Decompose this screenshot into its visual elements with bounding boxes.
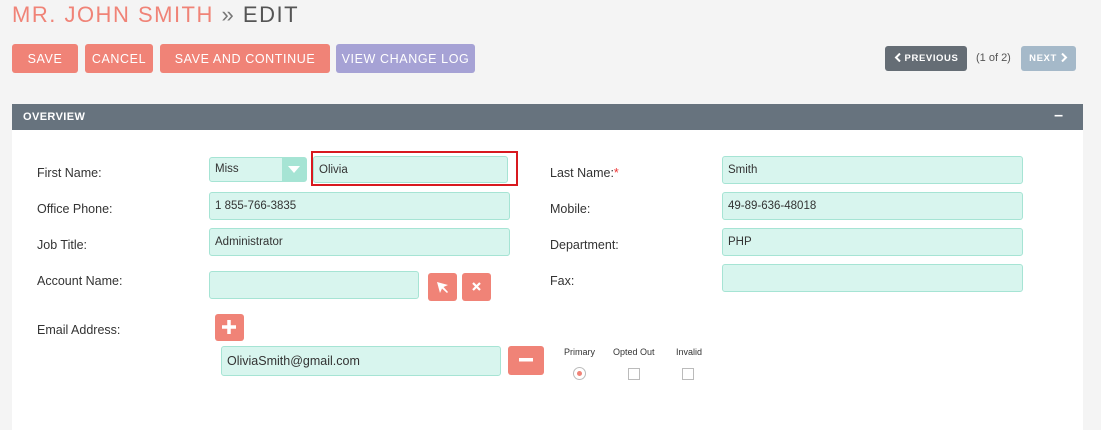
x-icon [472, 282, 481, 291]
arrow-cursor-icon [437, 282, 448, 293]
next-button[interactable]: NEXT [1021, 46, 1076, 71]
salutation-value: Miss [215, 163, 239, 175]
overview-panel-header[interactable]: OVERVIEW – [12, 104, 1083, 130]
last-name-label-text: Last Name: [550, 166, 614, 180]
record-name: MR. JOHN SMITH [12, 2, 214, 27]
primary-label: Primary [564, 347, 595, 357]
fax-input[interactable] [722, 264, 1023, 292]
title-mode: EDIT [242, 2, 300, 27]
previous-button[interactable]: PREVIOUS [885, 46, 967, 71]
cancel-button[interactable]: CANCEL [85, 44, 153, 73]
email-input[interactable] [221, 346, 501, 376]
next-label: NEXT [1029, 53, 1057, 64]
first-name-label: First Name: [37, 166, 102, 180]
invalid-label: Invalid [676, 347, 703, 357]
opted-out-label: Opted Out [613, 347, 655, 357]
title-separator: » [221, 2, 236, 27]
page-title: MR. JOHN SMITH » EDIT [12, 2, 299, 28]
required-mark: * [613, 166, 619, 180]
previous-label: PREVIOUS [904, 53, 959, 64]
save-button[interactable]: SAVE [12, 44, 78, 73]
job-title-label: Job Title: [37, 238, 88, 252]
opted-out-checkbox[interactable] [628, 368, 640, 380]
collapse-icon[interactable]: – [1054, 107, 1063, 125]
office-phone-label: Office Phone: [37, 202, 113, 216]
save-and-continue-button[interactable]: SAVE AND CONTINUE [160, 44, 330, 73]
last-name-label: Last Name:* [550, 166, 619, 180]
department-label: Department: [550, 238, 619, 252]
job-title-input[interactable] [209, 228, 510, 256]
chevron-down-icon[interactable] [282, 158, 306, 181]
fax-label: Fax: [550, 274, 575, 288]
primary-email-radio[interactable] [573, 367, 586, 380]
department-input[interactable] [722, 228, 1023, 256]
account-name-label: Account Name: [37, 274, 123, 288]
clear-account-button[interactable] [462, 273, 491, 301]
minus-icon [519, 358, 533, 362]
pagination-position: (1 of 2) [976, 52, 1011, 64]
last-name-input[interactable] [722, 156, 1023, 184]
chevron-right-icon [1061, 52, 1068, 63]
focus-highlight [311, 151, 518, 186]
office-phone-input[interactable] [209, 192, 510, 220]
account-name-input[interactable] [209, 271, 419, 299]
view-change-log-button[interactable]: VIEW CHANGE LOG [336, 44, 475, 73]
add-email-button[interactable] [215, 314, 244, 341]
mobile-label: Mobile: [550, 202, 591, 216]
remove-email-button[interactable] [508, 346, 544, 375]
invalid-checkbox[interactable] [682, 368, 694, 380]
plus-icon [222, 320, 236, 334]
mobile-input[interactable] [722, 192, 1023, 220]
email-address-label: Email Address: [37, 323, 121, 337]
chevron-left-icon [894, 52, 901, 63]
select-account-button[interactable] [428, 273, 457, 301]
salutation-select[interactable]: Miss [209, 157, 307, 182]
panel-title: OVERVIEW [23, 111, 86, 123]
